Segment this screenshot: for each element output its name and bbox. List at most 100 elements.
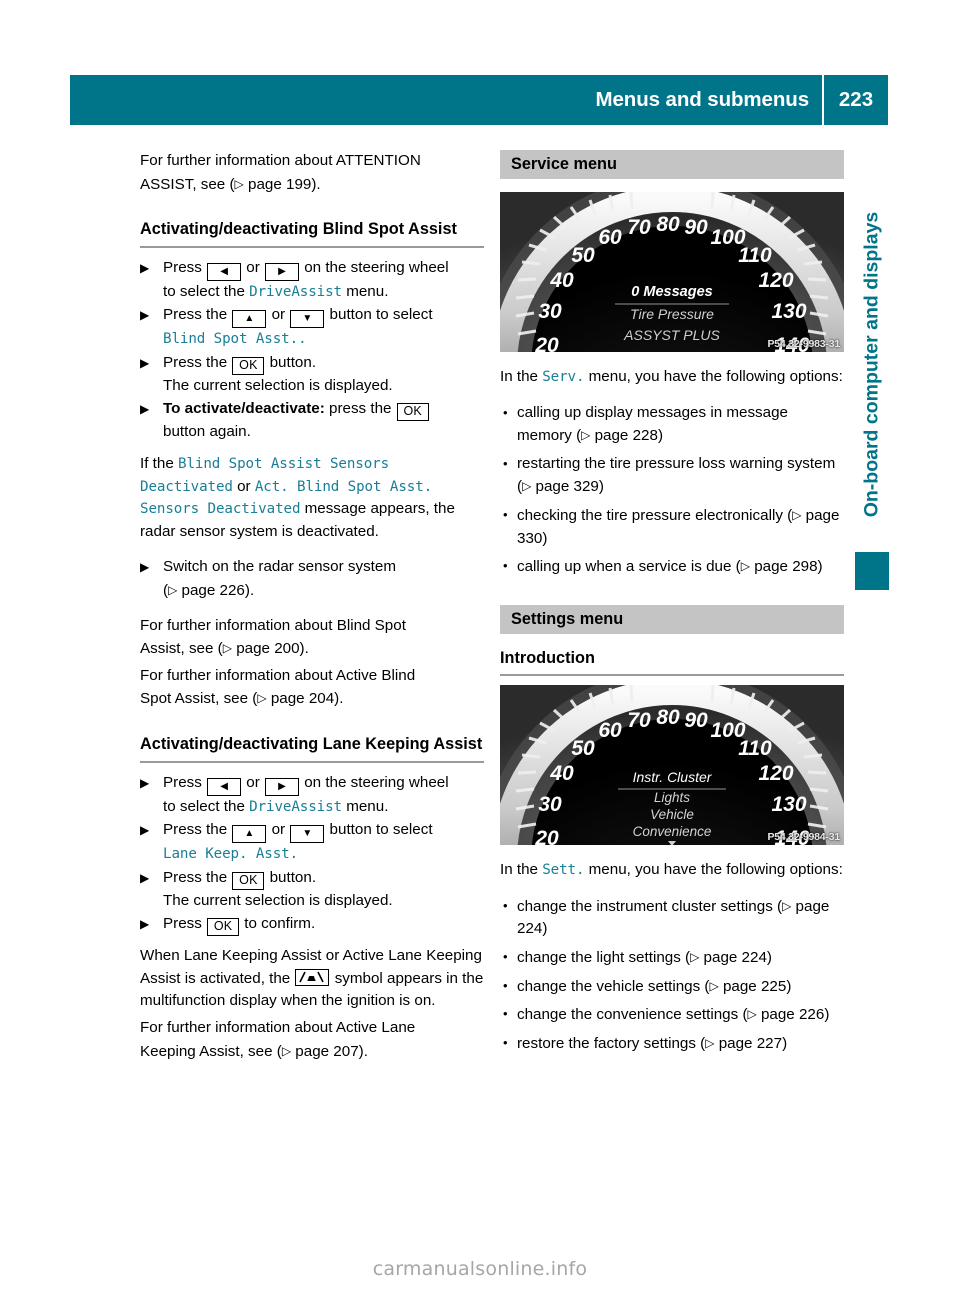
step-text-pre: press the — [324, 400, 396, 418]
heading-blind-spot-assist: Activating/deactivating Blind Spot Assis… — [140, 220, 457, 239]
further1-ref: page 200 — [236, 640, 300, 658]
svg-text:Tire Pressure: Tire Pressure — [630, 306, 714, 322]
option-post: ) — [766, 949, 772, 967]
service-menu-intro: In the Serv. menu, you have the followin… — [500, 366, 844, 389]
further1-line1: For further information about Blind Spot — [140, 616, 406, 634]
right-arrow-button[interactable]: ▶ — [265, 777, 299, 796]
site-watermark: carmanualsonline.info — [372, 1258, 588, 1280]
further2-ref: page 204 — [270, 690, 335, 708]
step-text-mid: or — [267, 821, 290, 839]
further1-line2-post: ). — [299, 640, 309, 658]
step-switch-radar-sensor: ▶ Switch on the radar sensor system (▷ pa… — [140, 556, 484, 602]
active-lane-keeping-further-info: For further information about Active Lan… — [140, 1017, 484, 1063]
svg-text:60: 60 — [598, 719, 622, 742]
step-marker-icon: ▶ — [140, 560, 150, 575]
step-cont-pre: to select the — [163, 282, 250, 300]
option-post: ) — [782, 1034, 788, 1052]
ok-button[interactable]: OK — [232, 356, 265, 375]
step-text-post: on the steering wheel — [300, 773, 449, 791]
page-number: 223 — [838, 88, 874, 111]
left-arrow-button[interactable]: ◀ — [207, 777, 242, 796]
list-item: change the light settings (▷ page 224) — [500, 946, 844, 970]
service-intro-post: menu, you have the following options: — [584, 368, 843, 385]
option-post: ) — [824, 1006, 830, 1024]
menu-name-driveassist: DriveAssist — [249, 798, 342, 815]
settings-intro-pre: In the — [500, 861, 543, 879]
svg-text:110: 110 — [738, 737, 772, 760]
svg-text:50: 50 — [571, 244, 595, 267]
svg-text:40: 40 — [549, 269, 574, 292]
step-text-mid: or — [267, 306, 290, 324]
page-ref-icon: ▷ — [522, 479, 532, 494]
left-arrow-button[interactable]: ◀ — [207, 262, 242, 281]
page-ref-icon: ▷ — [782, 898, 792, 913]
option-ref: page 329 — [535, 478, 599, 496]
step-text-pre: Press the — [163, 821, 232, 839]
svg-text:70: 70 — [627, 709, 651, 732]
heading-lane-keeping-assist: Activating/deactivating Lane Keeping Ass… — [140, 735, 483, 753]
step-marker-icon: ▶ — [140, 823, 150, 838]
svg-text:90: 90 — [684, 216, 708, 239]
svg-text:50: 50 — [571, 737, 595, 760]
svg-text:Instr. Cluster: Instr. Cluster — [633, 769, 713, 785]
page-ref-icon: ▷ — [168, 583, 178, 598]
option-text: change the convenience settings ( — [517, 1006, 748, 1024]
lane-keeping-symbol-icon — [295, 968, 330, 986]
option-post: ) — [598, 478, 604, 496]
step-text-pre: Press — [163, 773, 207, 791]
ok-button[interactable]: OK — [207, 918, 240, 937]
lane-further-line1: For further information about Active Lan… — [140, 1019, 416, 1037]
chapter-side-tab-marker — [855, 552, 889, 590]
step-marker-icon: ▶ — [140, 355, 150, 370]
menu-name-sett: Sett. — [542, 862, 585, 879]
down-arrow-button[interactable]: ▼ — [290, 825, 325, 844]
settings-menu-intro: In the Sett. menu, you have the followin… — [500, 859, 844, 882]
step-text-pre: Press the — [163, 868, 232, 886]
page-title: Menus and submenus — [595, 88, 810, 111]
page-ref-icon: ▷ — [705, 1035, 715, 1050]
step-text-post: button to select — [325, 306, 433, 324]
ok-button[interactable]: OK — [232, 871, 265, 890]
option-text: change the instrument cluster settings ( — [517, 897, 783, 915]
step-text-post: button. — [265, 868, 317, 886]
list-item: restarting the tire pressure loss warnin… — [500, 453, 844, 499]
svg-text:20: 20 — [534, 827, 559, 845]
option-ref: page 225 — [722, 977, 787, 995]
heading-rule — [140, 760, 484, 763]
right-arrow-button[interactable]: ▶ — [265, 262, 299, 281]
option-post: ) — [657, 427, 664, 445]
up-arrow-button[interactable]: ▲ — [232, 310, 267, 329]
section-band-title: Settings menu — [511, 609, 624, 628]
svg-text:20: 20 — [534, 334, 559, 352]
option-text: change the light settings ( — [517, 949, 691, 967]
step-marker-icon: ▶ — [140, 775, 150, 790]
menu-item-lane-keep-asst: Lane Keep. Asst. — [163, 846, 299, 863]
lane-further-line2-pre: Keeping Assist, see ( — [140, 1042, 282, 1060]
option-text: change the vehicle settings ( — [517, 977, 710, 995]
section-band-settings-menu: Settings menu — [500, 604, 844, 634]
option-post: ) — [542, 529, 548, 547]
option-post: ) — [817, 558, 823, 576]
step-emphasis: To activate/deactivate: — [163, 400, 325, 418]
figure-code: P54.32-9984-31 — [767, 831, 840, 844]
page-ref-icon: ▷ — [690, 950, 700, 965]
radar-sensor-note: If the Blind Spot Assist Sensors Deactiv… — [140, 453, 484, 543]
svg-text:30: 30 — [538, 300, 562, 323]
list-item: checking the tire pressure electronicall… — [500, 504, 844, 550]
section-band-title: Service menu — [511, 155, 617, 173]
option-text: checking the tire pressure electronicall… — [517, 506, 793, 524]
service-menu-options: calling up display messages in message m… — [500, 402, 844, 579]
chapter-side-tab: On-board computer and displays — [855, 160, 889, 590]
svg-text:30: 30 — [538, 793, 562, 816]
svg-text:120: 120 — [758, 762, 793, 785]
up-arrow-button[interactable]: ▲ — [232, 825, 267, 844]
section-band-service-menu: Service menu — [500, 150, 844, 179]
left-column: For further information about ATTENTION … — [140, 150, 484, 1067]
switch-ref-post: ). — [244, 582, 255, 600]
chapter-side-tab-label: On-board computer and displays — [860, 211, 883, 518]
attention-assist-line1: For further information about ATTENTION — [140, 152, 421, 169]
figure-service-menu-cluster: 20 30 40 50 60 70 80 90 100 110 120 130 … — [500, 192, 844, 352]
step-text-pre: Press the — [163, 306, 232, 324]
down-arrow-button[interactable]: ▼ — [290, 310, 325, 329]
ok-button[interactable]: OK — [396, 403, 429, 422]
